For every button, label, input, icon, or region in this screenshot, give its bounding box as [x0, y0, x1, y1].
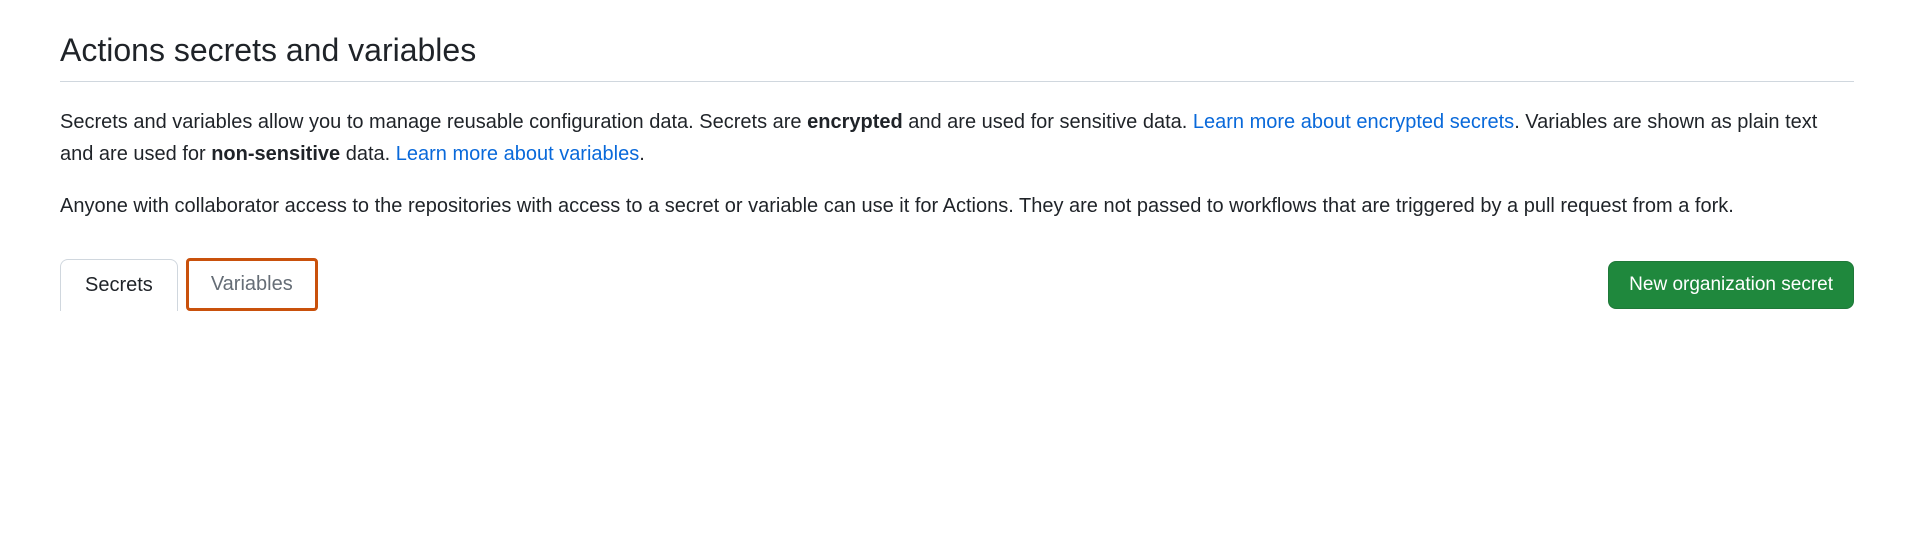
- learn-more-secrets-link[interactable]: Learn more about encrypted secrets: [1193, 111, 1514, 133]
- new-organization-secret-button[interactable]: New organization secret: [1608, 261, 1854, 309]
- tab-action-row: Secrets Variables New organization secre…: [60, 258, 1854, 311]
- description-text: .: [639, 143, 645, 165]
- description-text: data.: [340, 143, 396, 165]
- description-text: and are used for sensitive data.: [903, 111, 1193, 133]
- tab-secrets[interactable]: Secrets: [60, 259, 178, 311]
- description-text: Secrets and variables allow you to manag…: [60, 111, 807, 133]
- page-title: Actions secrets and variables: [60, 32, 1854, 82]
- learn-more-variables-link[interactable]: Learn more about variables: [396, 143, 639, 165]
- tab-variables[interactable]: Variables: [186, 258, 318, 311]
- nonsensitive-strong: non-sensitive: [211, 143, 340, 165]
- tabs-container: Secrets Variables: [60, 258, 318, 311]
- description-paragraph-1: Secrets and variables allow you to manag…: [60, 106, 1854, 170]
- encrypted-strong: encrypted: [807, 111, 903, 133]
- description-paragraph-2: Anyone with collaborator access to the r…: [60, 190, 1854, 222]
